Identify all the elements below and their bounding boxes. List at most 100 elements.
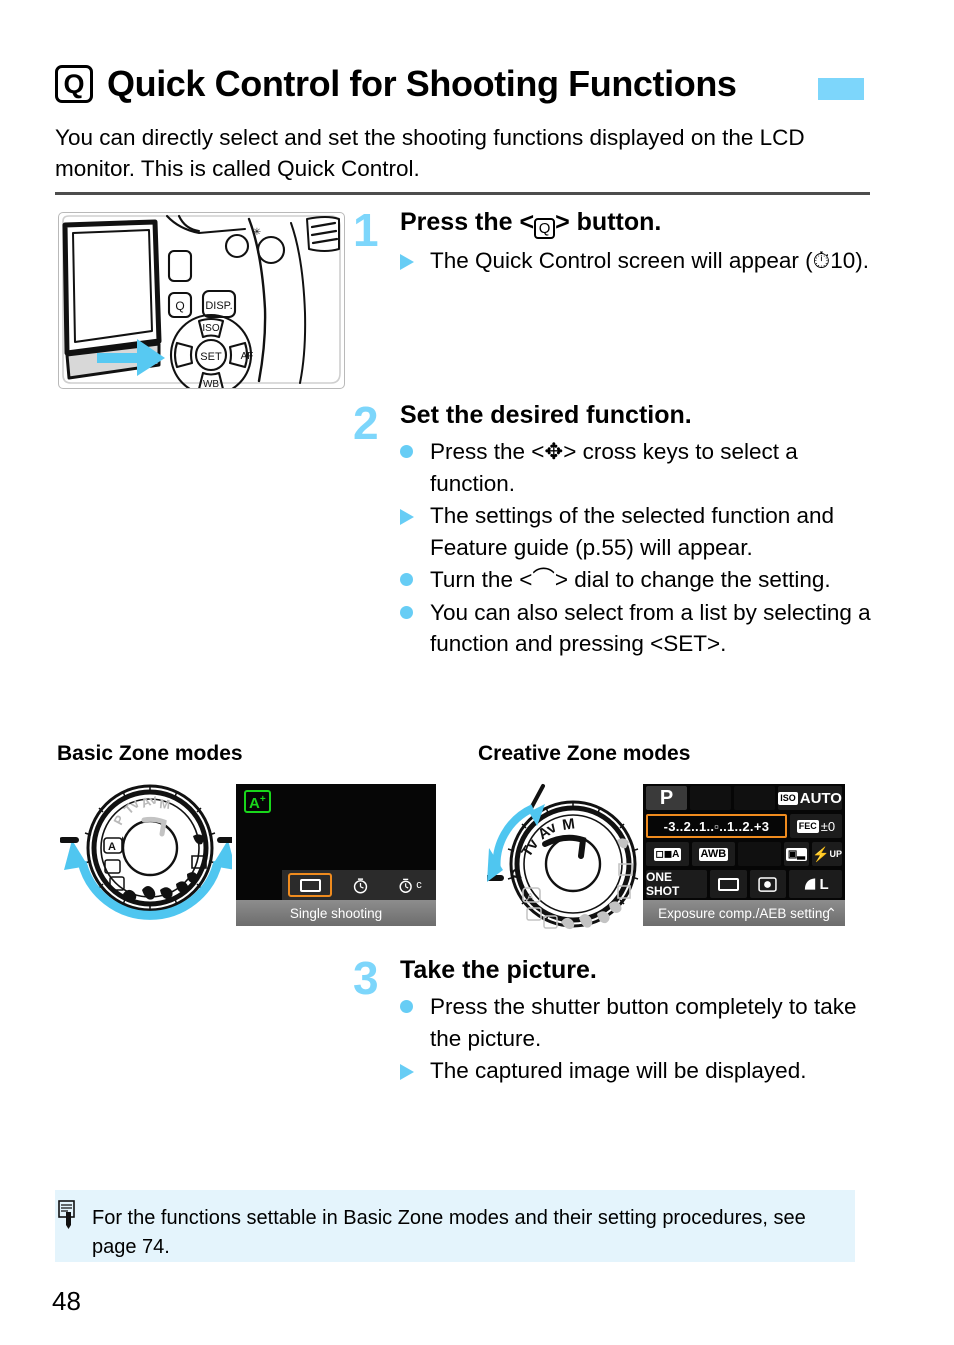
large-fine-quality-icon <box>804 878 815 890</box>
svg-text:DISP.: DISP. <box>205 300 232 312</box>
main-dial-icon: ⌃ <box>825 904 837 921</box>
step-1-number: 1 <box>353 204 379 256</box>
step-2-title: Set the desired function. <box>400 401 692 429</box>
step-2-bullet-3-text: Turn the <⌒> dial to change the setting. <box>430 567 831 592</box>
triangle-bullet-icon <box>400 500 430 525</box>
step-2-bullet-4-text: You can also select from a list by selec… <box>430 599 871 657</box>
picture-style-icon: ◻◼A <box>653 847 682 861</box>
step-1-bullet-1: The Quick Control screen will appear (⏱1… <box>400 245 875 277</box>
creative-zone-feature-guide: Exposure comp./AEB setting ⌃ <box>643 900 845 926</box>
evaluative-metering-icon <box>758 876 778 892</box>
svg-text:A: A <box>527 892 534 903</box>
step-3-bullet-1-text: Press the shutter button completely to t… <box>430 994 857 1051</box>
step-2-bullet-4: You can also select from a list by selec… <box>400 597 875 660</box>
creative-zone-mode-dial: P Tv Av M A <box>484 778 647 936</box>
flash-exposure-comp-cell[interactable]: FEC ±0 <box>789 814 842 838</box>
step-3-bullet-1: Press the shutter button completely to t… <box>400 991 875 1054</box>
step-1-title-part2: > button. <box>555 208 662 236</box>
step-2-bullet-1: Press the <✥> cross keys to select a fun… <box>400 436 875 499</box>
header-divider <box>55 192 870 195</box>
iso-value: AUTO <box>799 789 842 807</box>
drive-self-timer-continuous[interactable]: c <box>388 873 432 897</box>
dot-bullet-icon <box>400 597 430 619</box>
step-1: 1 Press the < Q > button. The Quick Contro… <box>353 204 875 278</box>
shooting-mode-icon: A+ <box>244 790 271 813</box>
chapter-tab <box>818 78 864 100</box>
alo-icon: ▣▂ <box>785 847 807 861</box>
shooting-mode-cell[interactable]: P <box>646 786 688 810</box>
fec-value: ±0 <box>820 818 836 834</box>
drive-mode-cell[interactable] <box>709 870 747 898</box>
self-timer-continuous-icon <box>399 878 413 893</box>
iso-label: ISO <box>778 791 798 805</box>
self-timer-icon <box>353 877 367 893</box>
dot-bullet-icon <box>400 436 430 458</box>
step-1-title-part1: Press the < <box>400 208 535 236</box>
aperture-cell[interactable] <box>734 786 776 810</box>
step-2-bullet-3: Turn the <⌒> dial to change the setting. <box>400 564 875 596</box>
svg-text:P: P <box>110 812 127 827</box>
flash-icon: ⚡ <box>812 845 830 862</box>
svg-text:A: A <box>108 841 116 853</box>
triangle-bullet-icon <box>400 1055 430 1080</box>
basic-zone-caption: Basic Zone modes <box>57 742 243 765</box>
flash-popup-cell[interactable]: ⚡ UP <box>812 842 842 866</box>
basic-zone-lcd-screen: A+ c <box>236 784 436 900</box>
creative-zone-lcd-screen: P ISO AUTO -3..2..1..▫..1..2.+3 FEC ±0 ◻◼A <box>643 784 845 900</box>
single-shooting-icon <box>717 877 739 891</box>
shutter-speed-cell[interactable] <box>690 786 732 810</box>
step-2-bullet-1-text: Press the <✥> cross keys to select a fun… <box>430 439 798 496</box>
svg-text:AF: AF <box>241 351 254 362</box>
dot-bullet-icon <box>400 564 430 586</box>
picture-style-cell[interactable]: ◻◼A <box>646 842 689 866</box>
note-text: For the functions settable in Basic Zone… <box>92 1207 806 1258</box>
single-shooting-icon <box>299 878 321 892</box>
metering-mode-cell[interactable] <box>749 870 787 898</box>
page-title: Quick Control for Shooting Functions <box>107 63 737 104</box>
basic-zone-feature-guide: Single shooting <box>236 900 436 926</box>
exposure-compensation-cell[interactable]: -3..2..1..▫..1..2.+3 <box>646 814 787 838</box>
iso-speed-cell[interactable]: ISO AUTO <box>778 786 842 810</box>
awb-label: AWB <box>698 847 729 861</box>
white-balance-cell[interactable]: AWB <box>691 842 735 866</box>
step-3: 3 Take the picture. Press the shutter bu… <box>353 952 875 1088</box>
step-1-bullet-1-text: The Quick Control screen will appear (⏱1… <box>430 248 869 273</box>
creative-zone-caption: Creative Zone modes <box>478 742 691 765</box>
q-button-icon: Q <box>55 65 93 103</box>
svg-text:ISO: ISO <box>202 323 219 334</box>
camera-back-illustration: Q DISP. SET ISO AF WB ✳ <box>58 212 345 389</box>
step-3-bullet-2: The captured image will be displayed. <box>400 1055 875 1087</box>
intro-paragraph: You can directly select and set the shoo… <box>55 125 805 181</box>
svg-text:✳: ✳ <box>253 227 261 238</box>
svg-text:M: M <box>159 796 171 812</box>
cz-row-3: ◻◼A AWB ▣▂ ⚡ UP <box>643 840 845 868</box>
dot-bullet-icon <box>400 991 430 1013</box>
drive-self-timer[interactable] <box>338 873 382 897</box>
step-2-bullet-2: The settings of the selected function an… <box>400 500 875 563</box>
step-2: 2 Set the desired function. Press the <✥… <box>353 400 875 661</box>
fec-icon: FEC <box>796 819 819 833</box>
image-quality-cell[interactable]: L <box>789 870 843 898</box>
creative-zone-feature-guide-text: Exposure comp./AEB setting <box>658 905 830 921</box>
note-pencil-icon <box>58 1200 78 1230</box>
svg-text:+: + <box>120 834 125 844</box>
page-number: 48 <box>52 1286 81 1316</box>
cz-row-2: -3..2..1..▫..1..2.+3 FEC ±0 <box>643 812 845 840</box>
q-button-inline-icon: Q <box>534 218 556 239</box>
drive-single-shooting[interactable] <box>288 873 332 897</box>
svg-text:Q: Q <box>175 299 184 313</box>
step-3-number: 3 <box>353 952 379 1004</box>
step-1-title: Press the < Q > button. <box>400 207 875 239</box>
cz-row-4: ONE SHOT L <box>643 868 845 900</box>
cz-row-1: P ISO AUTO <box>643 784 845 812</box>
auto-lighting-optimizer-cell[interactable]: ▣▂ <box>783 842 810 866</box>
wb-shift-cell[interactable] <box>737 842 781 866</box>
triangle-bullet-icon <box>400 245 430 270</box>
svg-text:SET: SET <box>200 351 222 363</box>
svg-text:M: M <box>561 815 576 834</box>
step-3-bullet-2-text: The captured image will be displayed. <box>430 1058 807 1083</box>
svg-text:WB: WB <box>203 379 219 388</box>
step-2-bullet-2-text: The settings of the selected function an… <box>430 503 835 560</box>
basic-zone-mode-dial: P Tv Av M A + <box>59 778 236 936</box>
af-mode-cell[interactable]: ONE SHOT <box>646 870 707 898</box>
